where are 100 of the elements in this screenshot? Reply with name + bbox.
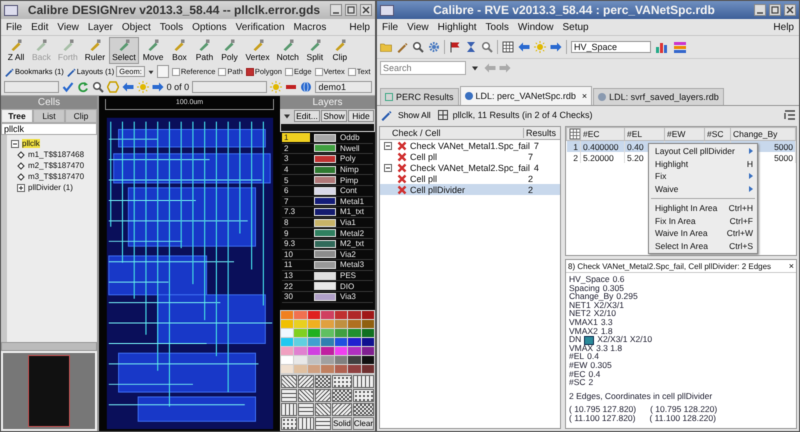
menu-item[interactable]: Highlight xyxy=(438,22,477,32)
checkmark-icon[interactable] xyxy=(62,81,74,93)
fill-pattern-swatch[interactable] xyxy=(315,375,332,388)
fill-pattern-swatch[interactable] xyxy=(352,375,374,388)
fill-pattern-swatch[interactable] xyxy=(352,403,374,416)
fill-pattern-swatch[interactable] xyxy=(298,375,314,388)
layer-swatch[interactable] xyxy=(314,229,336,238)
tree-item[interactable]: m1_T$$187468 xyxy=(28,150,84,159)
color-swatch[interactable] xyxy=(334,311,348,319)
color-swatch[interactable] xyxy=(281,320,294,328)
layer-number[interactable]: 22 xyxy=(282,282,310,291)
collapse-icon[interactable] xyxy=(9,138,21,150)
search-icon[interactable] xyxy=(92,81,104,93)
menu-item[interactable]: Fix In Area Ctrl+F xyxy=(649,214,757,227)
tree-item[interactable]: Check VANet_Metal1.Spc_fail xyxy=(410,140,530,150)
tab[interactable]: LDL: perc_VANetSpc.rdb × xyxy=(460,86,592,105)
gear-icon[interactable] xyxy=(428,41,440,53)
fill-pattern-swatch[interactable] xyxy=(315,389,332,402)
color-swatch[interactable] xyxy=(362,320,374,328)
search-field[interactable]: Search xyxy=(380,61,466,75)
collapse-icon[interactable] xyxy=(382,162,394,174)
tab[interactable]: Clip xyxy=(65,109,97,123)
menu-item[interactable]: View xyxy=(407,22,429,32)
column-header[interactable]: #EL xyxy=(624,128,664,140)
color-swatch[interactable] xyxy=(362,365,374,373)
toolbar-button[interactable]: Select xyxy=(109,36,139,64)
menu-item[interactable]: Macros xyxy=(294,22,326,32)
layer-number[interactable]: 7.3 xyxy=(282,207,310,216)
toolbar-button[interactable]: Split xyxy=(302,36,327,64)
layer-swatch[interactable] xyxy=(314,218,336,227)
color-swatch[interactable] xyxy=(281,347,294,355)
color-swatch[interactable] xyxy=(294,329,307,337)
color-swatch[interactable] xyxy=(294,320,307,328)
checkbox[interactable] xyxy=(348,68,356,76)
maximize-icon[interactable] xyxy=(769,4,781,16)
color-swatch[interactable] xyxy=(294,311,307,319)
menu-item[interactable]: Help xyxy=(773,22,794,32)
dropdown[interactable] xyxy=(192,81,268,93)
menu-item[interactable]: Layer xyxy=(88,22,113,32)
layer-swatch[interactable] xyxy=(314,197,336,206)
bar-chart-icon[interactable] xyxy=(655,41,669,53)
color-swatch[interactable] xyxy=(281,311,294,319)
color-swatch[interactable] xyxy=(362,329,374,337)
toolbar-button[interactable]: Ruler xyxy=(82,36,108,64)
tab[interactable]: List xyxy=(33,109,65,123)
fill-pattern-swatch[interactable] xyxy=(298,403,314,416)
color-swatch[interactable] xyxy=(308,356,320,364)
menu-item[interactable]: File xyxy=(382,22,398,32)
layer-swatch[interactable] xyxy=(314,292,336,301)
color-swatch[interactable] xyxy=(321,365,334,373)
color-bars-icon[interactable] xyxy=(673,41,687,53)
color-swatch[interactable] xyxy=(362,311,374,319)
color-swatch[interactable] xyxy=(281,365,294,373)
menu-item[interactable]: Fix xyxy=(649,170,757,182)
layer-swatch[interactable] xyxy=(314,176,336,184)
fill-pattern-swatch[interactable] xyxy=(315,417,332,430)
flag-icon[interactable] xyxy=(449,41,461,53)
layer-number[interactable]: 1 xyxy=(282,133,310,142)
fill-pattern-swatch[interactable] xyxy=(281,417,298,430)
fill-pattern-swatch[interactable] xyxy=(332,389,352,402)
color-swatch[interactable] xyxy=(334,338,348,346)
list-options-icon[interactable] xyxy=(784,109,796,121)
panel-button[interactable]: Show xyxy=(321,110,347,122)
layer-swatch[interactable] xyxy=(314,144,336,152)
tree-item[interactable]: pllclk xyxy=(22,139,40,148)
tab[interactable]: PERC Results xyxy=(380,88,459,105)
layer-number[interactable]: 30 xyxy=(282,292,310,302)
toolbar-button[interactable]: Box xyxy=(167,36,192,64)
column-header[interactable]: #EC xyxy=(580,128,624,140)
row-number[interactable]: 2 xyxy=(566,152,580,163)
table-options-icon[interactable] xyxy=(569,128,580,140)
menu-item[interactable]: Setup xyxy=(562,22,589,32)
checkbox[interactable] xyxy=(172,68,180,76)
tree-item[interactable]: Check VANet_Metal2.Spc_fail xyxy=(410,162,530,172)
color-swatch[interactable] xyxy=(308,365,320,373)
fill-pattern-swatch[interactable] xyxy=(352,389,374,402)
tree-item[interactable]: m2_T$$187470 xyxy=(28,161,84,170)
menu-item[interactable]: View xyxy=(57,22,79,32)
panel-button[interactable]: Edit... xyxy=(294,110,320,122)
color-swatch[interactable] xyxy=(348,329,361,337)
layer-number[interactable]: 8 xyxy=(282,218,310,228)
color-swatch[interactable] xyxy=(321,329,334,337)
menu-item[interactable]: Select In Area Ctrl+S xyxy=(649,240,757,252)
layer-swatch[interactable] xyxy=(314,134,336,142)
tab[interactable]: Tree xyxy=(1,109,33,123)
fill-pattern-swatch[interactable] xyxy=(332,375,352,388)
row-number[interactable]: 1 xyxy=(566,140,580,152)
layout-dropdown[interactable]: demo1 xyxy=(315,81,372,93)
color-swatch[interactable] xyxy=(294,356,307,364)
arrow-left-icon[interactable] xyxy=(122,81,134,93)
color-swatch[interactable] xyxy=(334,329,348,337)
minimize-icon[interactable] xyxy=(754,4,766,16)
arrow-left-icon[interactable] xyxy=(518,41,530,53)
color-swatch[interactable] xyxy=(308,338,320,346)
fill-pattern-swatch[interactable] xyxy=(281,403,298,416)
layer-number[interactable]: 11 xyxy=(282,260,310,270)
color-swatch[interactable] xyxy=(308,311,320,319)
color-swatch[interactable] xyxy=(334,320,348,328)
close-button[interactable]: × xyxy=(788,261,794,271)
pen-icon[interactable] xyxy=(66,66,76,76)
